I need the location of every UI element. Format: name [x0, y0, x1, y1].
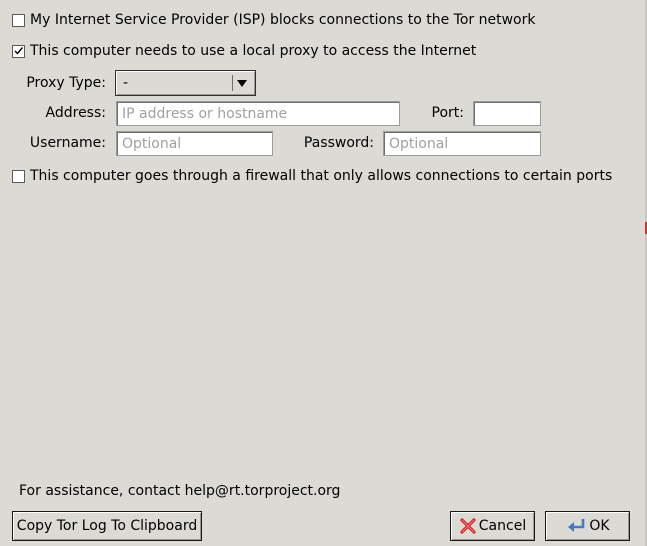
cancel-label: Cancel [478, 518, 527, 534]
checkmark-icon [14, 46, 24, 55]
isp-blocks-checkbox[interactable] [12, 13, 25, 27]
isp-blocks-row[interactable]: My Internet Service Provider (ISP) block… [12, 12, 535, 28]
address-label: Address: [45, 105, 106, 121]
username-input[interactable] [116, 131, 273, 156]
address-input[interactable] [116, 101, 400, 126]
copy-tor-log-button[interactable]: Copy Tor Log To Clipboard [12, 511, 202, 541]
tor-network-settings-dialog: My Internet Service Provider (ISP) block… [0, 0, 647, 546]
port-label: Port: [431, 105, 464, 121]
return-arrow-icon [568, 519, 585, 532]
proxy-type-value: - [123, 75, 129, 91]
red-x-icon [460, 518, 476, 534]
firewall-label[interactable]: This computer goes through a firewall th… [30, 168, 612, 184]
password-label: Password: [303, 135, 374, 151]
combo-separator [232, 75, 233, 91]
ok-button[interactable]: OK [545, 511, 630, 541]
ok-label: OK [589, 518, 610, 534]
firewall-checkbox[interactable] [12, 169, 25, 183]
firewall-row[interactable]: This computer goes through a firewall th… [12, 168, 612, 184]
copy-tor-log-label: Copy Tor Log To Clipboard [16, 518, 198, 534]
proxy-type-select[interactable]: - [115, 70, 256, 96]
port-input[interactable] [473, 101, 541, 126]
proxy-type-label: Proxy Type: [26, 75, 106, 91]
chevron-down-icon [237, 79, 247, 87]
local-proxy-checkbox[interactable] [12, 44, 25, 58]
local-proxy-label[interactable]: This computer needs to use a local proxy… [30, 43, 476, 59]
assistance-text: For assistance, contact help@rt.torproje… [19, 483, 341, 499]
password-input[interactable] [383, 131, 541, 156]
local-proxy-row[interactable]: This computer needs to use a local proxy… [12, 43, 476, 59]
cancel-button[interactable]: Cancel [450, 511, 535, 541]
username-label: Username: [29, 135, 106, 151]
isp-blocks-label[interactable]: My Internet Service Provider (ISP) block… [30, 12, 535, 28]
